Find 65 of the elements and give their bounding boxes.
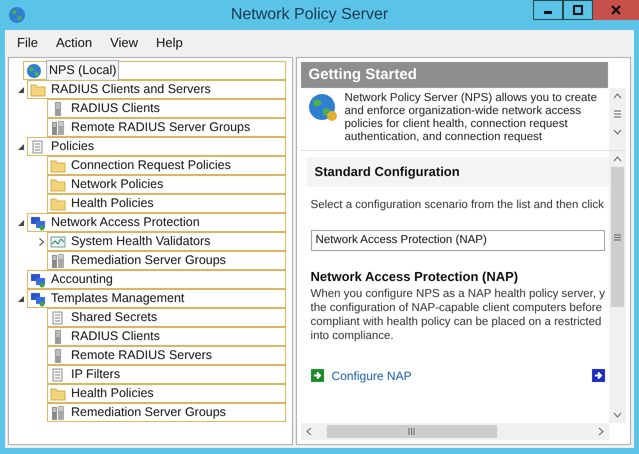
tree-item[interactable]: System Health Validators bbox=[47, 232, 286, 251]
tree-item[interactable]: NPS (Local) bbox=[46, 60, 120, 81]
grip-icon bbox=[407, 427, 416, 436]
tree-item[interactable]: Remediation Server Groups bbox=[47, 403, 286, 422]
horizontal-scrollbar[interactable] bbox=[300, 423, 609, 440]
folder-icon bbox=[50, 158, 66, 174]
tree-item[interactable]: Connection Request Policies bbox=[47, 156, 286, 175]
globe-icon bbox=[26, 62, 42, 78]
scroll-thumb[interactable] bbox=[326, 425, 497, 438]
tree-item[interactable]: Policies bbox=[27, 137, 286, 156]
minimize-button[interactable] bbox=[533, 0, 563, 20]
collapse-arrow-icon[interactable] bbox=[18, 144, 24, 150]
server-group-icon bbox=[50, 404, 66, 420]
tree-item[interactable]: Shared Secrets bbox=[47, 308, 286, 327]
folder-icon bbox=[50, 196, 66, 212]
menu-item[interactable]: View bbox=[110, 32, 138, 52]
grip-icon bbox=[613, 232, 622, 242]
section-header: Getting Started bbox=[300, 62, 608, 88]
configure-link[interactable]: Configure NAP bbox=[332, 366, 412, 385]
vertical-scrollbar[interactable] bbox=[609, 88, 626, 150]
section-title: Network Access Protection (NAP) bbox=[310, 268, 520, 286]
tree-item[interactable]: RADIUS Clients and Servers bbox=[27, 80, 286, 99]
tree-item[interactable]: IP Filters bbox=[47, 365, 286, 384]
globe-icon bbox=[306, 92, 339, 124]
folder-icon bbox=[30, 82, 46, 98]
scroll-thumb[interactable] bbox=[611, 167, 624, 307]
tree-item[interactable]: Network Access Protection bbox=[27, 213, 286, 232]
menu-item[interactable]: Action bbox=[56, 32, 92, 52]
window-title: Network Policy Server bbox=[230, 5, 390, 25]
intro-text: Network Policy Server (NPS) allows you to create and enforce organization-wide network access policies for client health, connection request authentication, and connection request bbox=[344, 92, 597, 145]
tree-item[interactable]: RADIUS Clients bbox=[47, 99, 286, 118]
folder-icon bbox=[50, 176, 66, 192]
description-text: When you configure NPS as a NAP health policy server, y the configuration of NAP-capable client computers before compliant with health policy can be placed on a restricted into compliance. bbox=[310, 286, 606, 343]
computer-icon bbox=[30, 214, 46, 230]
tree-item[interactable]: Remote RADIUS Servers bbox=[47, 346, 286, 365]
maximize-icon bbox=[573, 5, 583, 15]
tree-item[interactable]: Network Policies bbox=[47, 175, 286, 194]
computer-icon bbox=[30, 290, 46, 306]
folder-icon bbox=[50, 386, 66, 402]
instruction-text: Select a configuration scenario from the list and then click bbox=[310, 198, 605, 213]
globe-icon bbox=[8, 6, 26, 24]
close-button[interactable] bbox=[593, 0, 639, 20]
server-group-icon bbox=[50, 120, 66, 136]
maximize-button[interactable] bbox=[563, 0, 593, 20]
vertical-scrollbar[interactable] bbox=[609, 151, 626, 423]
collapse-arrow-icon[interactable] bbox=[18, 220, 24, 226]
collapse-arrow-icon[interactable] bbox=[18, 86, 24, 92]
scenario-dropdown[interactable]: Network Access Protection (NAP) bbox=[310, 230, 605, 252]
arrow-icon bbox=[592, 369, 605, 382]
tree-item[interactable]: Health Policies bbox=[47, 194, 286, 213]
section-header: Standard Configuration bbox=[306, 157, 609, 187]
server-group-icon bbox=[50, 252, 66, 268]
tree-item[interactable]: Remediation Server Groups bbox=[47, 251, 286, 270]
tree-item[interactable]: Health Policies bbox=[47, 384, 286, 403]
menu-item[interactable]: Help bbox=[156, 32, 183, 52]
menu-item[interactable]: File bbox=[17, 32, 38, 52]
tree-item[interactable]: Remote RADIUS Server Groups bbox=[47, 118, 286, 137]
chart-icon bbox=[50, 234, 66, 250]
close-icon bbox=[611, 5, 621, 15]
tree-item[interactable]: Accounting bbox=[27, 270, 286, 289]
tree-item[interactable]: RADIUS Clients bbox=[47, 327, 286, 346]
collapse-arrow-icon[interactable] bbox=[18, 296, 24, 302]
computer-icon bbox=[30, 272, 46, 288]
tree-item[interactable]: Templates Management bbox=[27, 289, 286, 308]
arrow-icon bbox=[310, 369, 324, 382]
